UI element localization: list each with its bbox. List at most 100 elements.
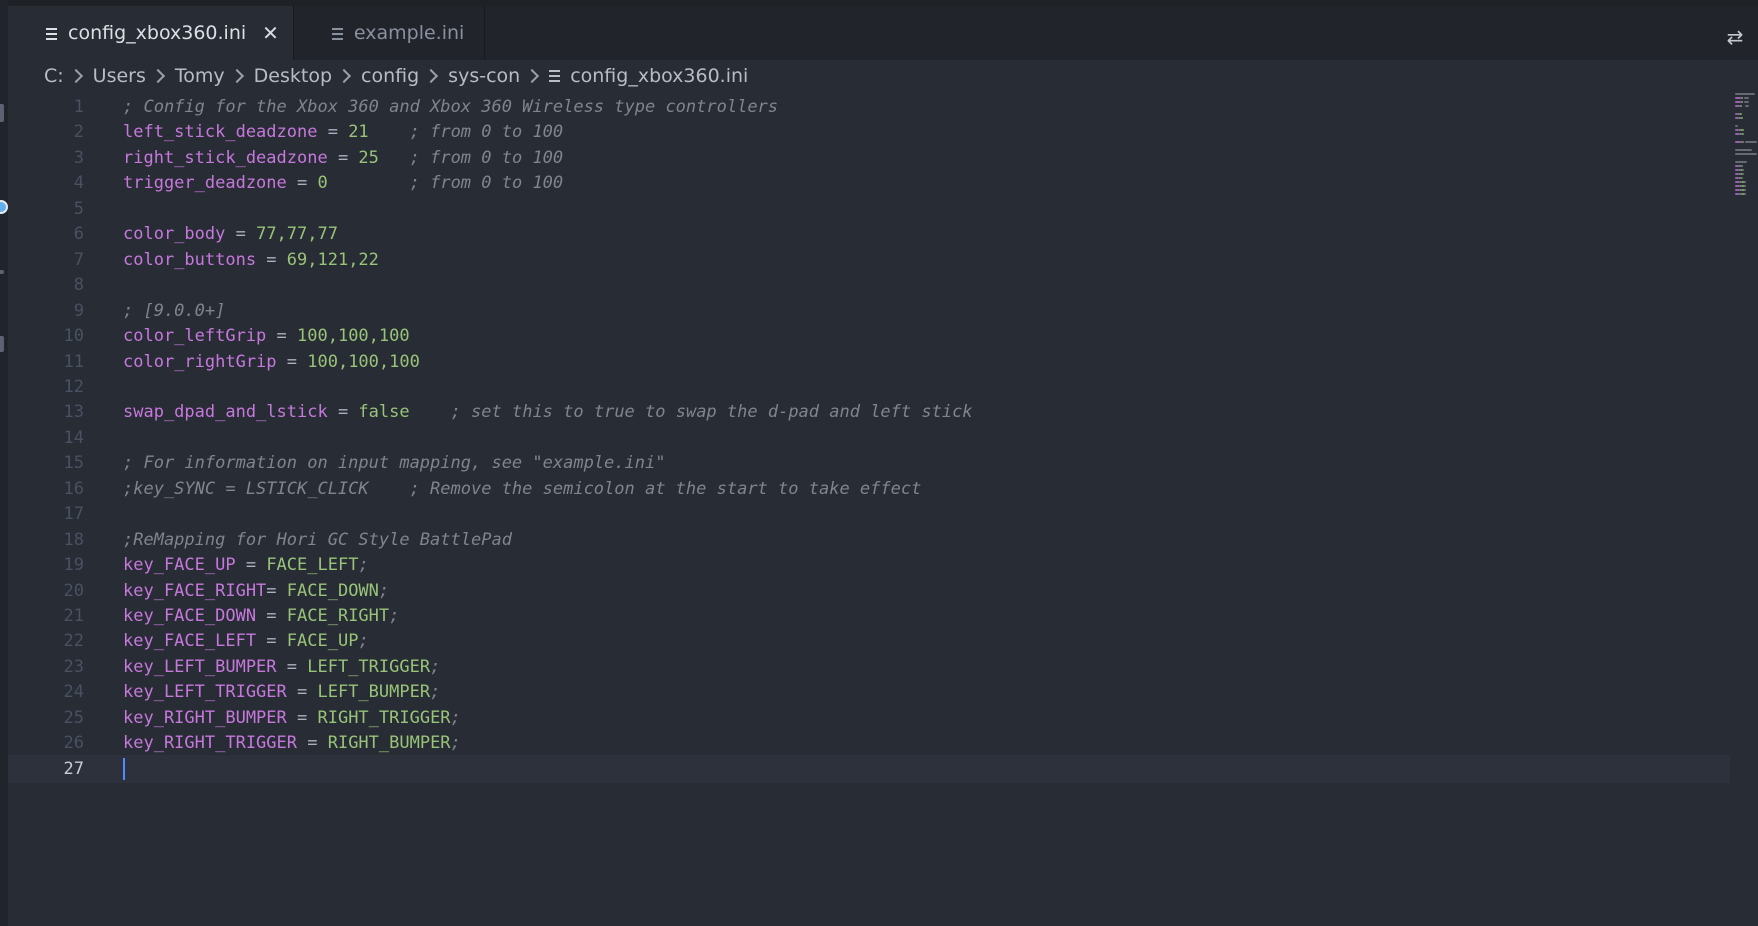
line-content: key_FACE_RIGHT= FACE_DOWN; (123, 577, 389, 605)
tab-config-xbox360[interactable]: config_xbox360.ini ✕ (8, 6, 294, 60)
file-lines-icon (331, 28, 343, 40)
minimap-token (1742, 165, 1744, 167)
ini-operator: = (327, 147, 359, 168)
breadcrumb: C: Users Tomy Desktop config sys-con con… (44, 62, 748, 90)
tab-label: config_xbox360.ini (68, 22, 247, 44)
code-line[interactable]: 1 ; Config for the Xbox 360 and Xbox 360 … (8, 93, 1730, 121)
code-line[interactable]: 15 ; For information on input mapping, se… (8, 449, 1730, 477)
close-icon[interactable]: ✕ (262, 21, 279, 45)
code-line[interactable]: 26 key_RIGHT_TRIGGER = RIGHT_BUMPER; (8, 729, 1730, 757)
activity-item-indicator[interactable] (0, 336, 4, 352)
line-content: key_FACE_DOWN = FACE_RIGHT; (123, 602, 399, 630)
code-line[interactable]: 5 (8, 195, 1730, 223)
code-line[interactable]: 7 color_buttons = 69,121,22 (8, 246, 1730, 274)
ini-value: 100,100,100 (297, 326, 410, 347)
breadcrumb-item-file[interactable]: config_xbox360.ini (570, 65, 748, 87)
line-number: 18 (63, 529, 84, 550)
chevron-right-icon (336, 68, 352, 84)
code-line[interactable]: 3 right_stick_deadzone = 25 ; from 0 to 1… (8, 144, 1730, 172)
ini-key: key_FACE_LEFT (123, 631, 257, 652)
line-content: key_FACE_UP = FACE_LEFT; (123, 551, 369, 579)
code-line[interactable]: 22 key_FACE_LEFT = FACE_UP; (8, 627, 1730, 655)
ini-value: FACE_DOWN (286, 580, 379, 601)
ini-comment: ; (450, 707, 461, 728)
line-number: 6 (73, 224, 84, 245)
ini-key: key_FACE_UP (123, 555, 236, 576)
breadcrumb-item[interactable]: C: (44, 65, 64, 87)
breadcrumb-item[interactable]: config (361, 65, 419, 87)
code-line[interactable]: 6 color_body = 77,77,77 (8, 220, 1730, 248)
code-line[interactable]: 23 key_LEFT_BUMPER = LEFT_TRIGGER; (8, 653, 1730, 681)
ini-comment: ; from 0 to 100 (409, 173, 564, 194)
ini-operator (369, 122, 410, 142)
ini-operator: = (266, 580, 287, 601)
line-number: 16 (63, 478, 84, 499)
code-editor[interactable]: 1 ; Config for the Xbox 360 and Xbox 360 … (8, 93, 1730, 893)
breadcrumb-item[interactable]: Users (93, 65, 146, 87)
code-line[interactable]: 19 key_FACE_UP = FACE_LEFT; (8, 551, 1730, 579)
editor-tab-bar: config_xbox360.ini ✕ example.ini ⇄ (8, 6, 1758, 60)
chevron-right-icon (525, 68, 540, 84)
ini-comment: ; from 0 to 100 (409, 122, 564, 143)
minimap-token (1745, 189, 1747, 191)
tab-example-ini[interactable]: example.ini (294, 6, 486, 60)
minimap-token (1744, 101, 1750, 103)
ini-comment: ; Config for the Xbox 360 and Xbox 360 W… (123, 97, 779, 117)
minimap-token (1742, 177, 1744, 179)
minimap-token (1740, 133, 1745, 135)
line-number: 10 (63, 326, 84, 347)
ini-key: key_RIGHT_BUMPER (123, 707, 287, 728)
line-number: 25 (63, 707, 84, 728)
breadcrumb-item[interactable]: Tomy (175, 65, 225, 87)
code-line[interactable]: 21 key_FACE_DOWN = FACE_RIGHT; (8, 602, 1730, 630)
code-line[interactable]: 11 color_rightGrip = 100,100,100 (8, 348, 1730, 376)
activity-item-indicator[interactable] (0, 104, 4, 122)
code-line[interactable]: 14 (8, 424, 1730, 452)
minimap-token (1739, 113, 1742, 115)
code-line[interactable]: 12 (8, 373, 1730, 401)
minimap-token (1745, 193, 1747, 195)
code-line[interactable]: 10 color_leftGrip = 100,100,100 (8, 322, 1730, 350)
ini-comment: ; set this to true to swap the d-pad and… (450, 402, 973, 423)
code-line[interactable]: 4 trigger_deadzone = 0 ; from 0 to 100 (8, 169, 1730, 197)
ini-key: right_stick_deadzone (123, 147, 328, 168)
code-line[interactable]: 25 key_RIGHT_BUMPER = RIGHT_TRIGGER; (8, 704, 1730, 732)
ini-operator: = (297, 733, 328, 754)
code-line[interactable]: 8 (8, 271, 1730, 299)
minimap-token (1744, 105, 1750, 107)
ini-comment: ; (430, 656, 441, 677)
ini-value: 69,121,22 (286, 249, 379, 270)
line-content: ; Config for the Xbox 360 and Xbox 360 W… (123, 93, 778, 121)
ini-operator (328, 173, 410, 193)
breadcrumb-item[interactable]: Desktop (254, 65, 332, 87)
minimap-token (1742, 101, 1744, 103)
line-number: 20 (63, 580, 84, 601)
breadcrumb-item[interactable]: sys-con (448, 65, 520, 87)
ini-value: FACE_RIGHT (286, 606, 390, 626)
minimap-token (1743, 169, 1745, 171)
ini-value: RIGHT_BUMPER (327, 733, 451, 754)
accounts-icon[interactable] (0, 200, 8, 214)
compare-changes-icon[interactable]: ⇄ (1724, 26, 1746, 48)
ini-value: 21 (348, 122, 369, 143)
code-line[interactable]: 18 ;ReMapping for Hori GC Style BattlePad (8, 526, 1730, 554)
ini-operator: = (256, 606, 287, 626)
line-content: key_LEFT_TRIGGER = LEFT_BUMPER; (123, 678, 440, 706)
minimap[interactable] (1735, 93, 1757, 203)
code-line[interactable]: 13 swap_dpad_and_lstick = false ; set thi… (8, 398, 1730, 426)
code-line[interactable]: 16 ;key_SYNC = LSTICK_CLICK ; Remove the … (8, 475, 1730, 503)
line-content: key_LEFT_BUMPER = LEFT_TRIGGER; (123, 653, 440, 681)
line-number: 23 (63, 656, 84, 677)
code-line[interactable]: 24 key_LEFT_TRIGGER = LEFT_BUMPER; (8, 678, 1730, 706)
ini-comment: ; (378, 580, 390, 601)
line-content: ; For information on input mapping, see … (123, 449, 665, 477)
code-line[interactable]: 2 left_stick_deadzone = 21 ; from 0 to 10… (8, 118, 1730, 146)
line-number: 11 (63, 351, 84, 372)
code-line[interactable]: 9 ; [9.0.0+] (8, 297, 1730, 325)
activity-item-indicator[interactable] (0, 270, 4, 274)
line-content: key_FACE_LEFT = FACE_UP; (123, 627, 369, 655)
code-line[interactable]: 27 (8, 754, 1730, 783)
code-line[interactable]: 17 (8, 500, 1730, 528)
code-line[interactable]: 20 key_FACE_RIGHT= FACE_DOWN; (8, 577, 1730, 605)
ini-operator: = (286, 707, 318, 728)
